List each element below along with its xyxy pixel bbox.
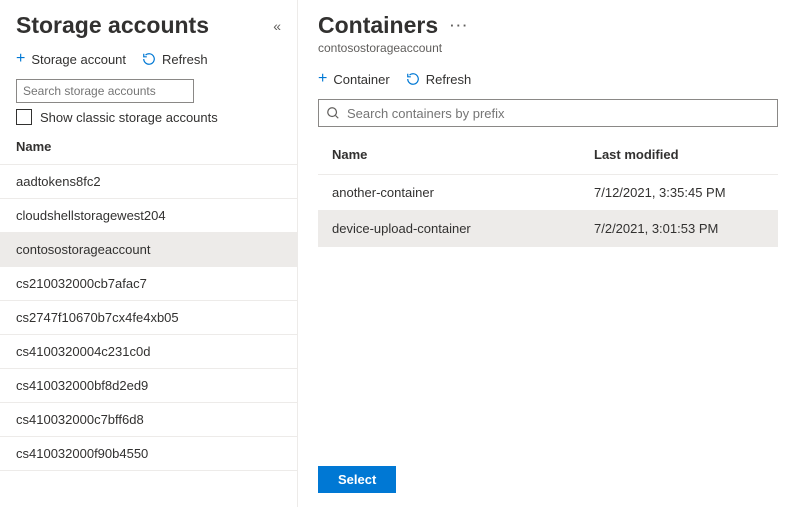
- storage-account-item[interactable]: aadtokens8fc2: [0, 165, 297, 199]
- refresh-icon: [406, 72, 420, 86]
- container-modified-cell: 7/12/2021, 3:35:45 PM: [594, 185, 764, 200]
- refresh-storage-accounts-button[interactable]: Refresh: [142, 51, 208, 67]
- plus-icon: +: [318, 71, 327, 87]
- search-icon: [326, 106, 340, 120]
- refresh-containers-button[interactable]: Refresh: [406, 71, 472, 87]
- container-row[interactable]: another-container7/12/2021, 3:35:45 PM: [318, 175, 778, 211]
- containers-search-input[interactable]: [318, 99, 778, 127]
- storage-account-item[interactable]: cs2747f10670b7cx4fe4xb05: [0, 301, 297, 335]
- containers-subtitle: contosostorageaccount: [298, 39, 798, 63]
- storage-account-item[interactable]: cs410032000c7bff6d8: [0, 403, 297, 437]
- storage-search-wrap: [0, 79, 297, 109]
- refresh-containers-label: Refresh: [426, 72, 472, 87]
- storage-account-item[interactable]: cs210032000cb7afac7: [0, 267, 297, 301]
- containers-table-header: Name Last modified: [318, 135, 778, 175]
- right-toolbar: + Container Refresh: [298, 63, 798, 99]
- containers-panel: Containers ··· contosostorageaccount + C…: [298, 0, 798, 507]
- containers-table-body: another-container7/12/2021, 3:35:45 PMde…: [318, 175, 778, 247]
- left-panel-header: Storage accounts «: [0, 0, 297, 43]
- show-classic-checkbox-row[interactable]: Show classic storage accounts: [0, 109, 297, 133]
- storage-account-item[interactable]: cs410032000f90b4550: [0, 437, 297, 471]
- containers-table: Name Last modified another-container7/12…: [298, 135, 798, 247]
- container-modified-cell: 7/2/2021, 3:01:53 PM: [594, 221, 764, 236]
- storage-accounts-list[interactable]: aadtokens8fc2cloudshellstoragewest204con…: [0, 165, 297, 507]
- storage-account-item[interactable]: cloudshellstoragewest204: [0, 199, 297, 233]
- refresh-icon: [142, 52, 156, 66]
- show-classic-checkbox[interactable]: [16, 109, 32, 125]
- storage-account-item[interactable]: cs410032000bf8d2ed9: [0, 369, 297, 403]
- container-name-cell: another-container: [332, 185, 594, 200]
- bottom-bar: Select: [298, 452, 798, 507]
- plus-icon: +: [16, 51, 25, 67]
- select-button[interactable]: Select: [318, 466, 396, 493]
- add-container-button[interactable]: + Container: [318, 71, 390, 87]
- collapse-icon[interactable]: «: [273, 18, 281, 34]
- more-icon[interactable]: ···: [450, 18, 469, 33]
- container-row[interactable]: device-upload-container7/2/2021, 3:01:53…: [318, 211, 778, 247]
- storage-accounts-title: Storage accounts: [16, 12, 209, 39]
- column-modified-header[interactable]: Last modified: [594, 147, 764, 162]
- left-toolbar: + Storage account Refresh: [0, 43, 297, 79]
- column-name-header[interactable]: Name: [332, 147, 594, 162]
- refresh-storage-accounts-label: Refresh: [162, 52, 208, 67]
- storage-accounts-column-name: Name: [0, 133, 297, 165]
- storage-account-item[interactable]: contosostorageaccount: [0, 233, 297, 267]
- storage-accounts-panel: Storage accounts « + Storage account Ref…: [0, 0, 298, 507]
- add-storage-account-button[interactable]: + Storage account: [16, 51, 126, 67]
- show-classic-label: Show classic storage accounts: [40, 110, 218, 125]
- right-panel-header: Containers ···: [298, 0, 798, 39]
- containers-search-wrap: [298, 99, 798, 135]
- add-container-label: Container: [333, 72, 389, 87]
- container-name-cell: device-upload-container: [332, 221, 594, 236]
- storage-accounts-search-input[interactable]: [16, 79, 194, 103]
- storage-account-item[interactable]: cs4100320004c231c0d: [0, 335, 297, 369]
- add-storage-account-label: Storage account: [31, 52, 126, 67]
- containers-title: Containers: [318, 12, 438, 39]
